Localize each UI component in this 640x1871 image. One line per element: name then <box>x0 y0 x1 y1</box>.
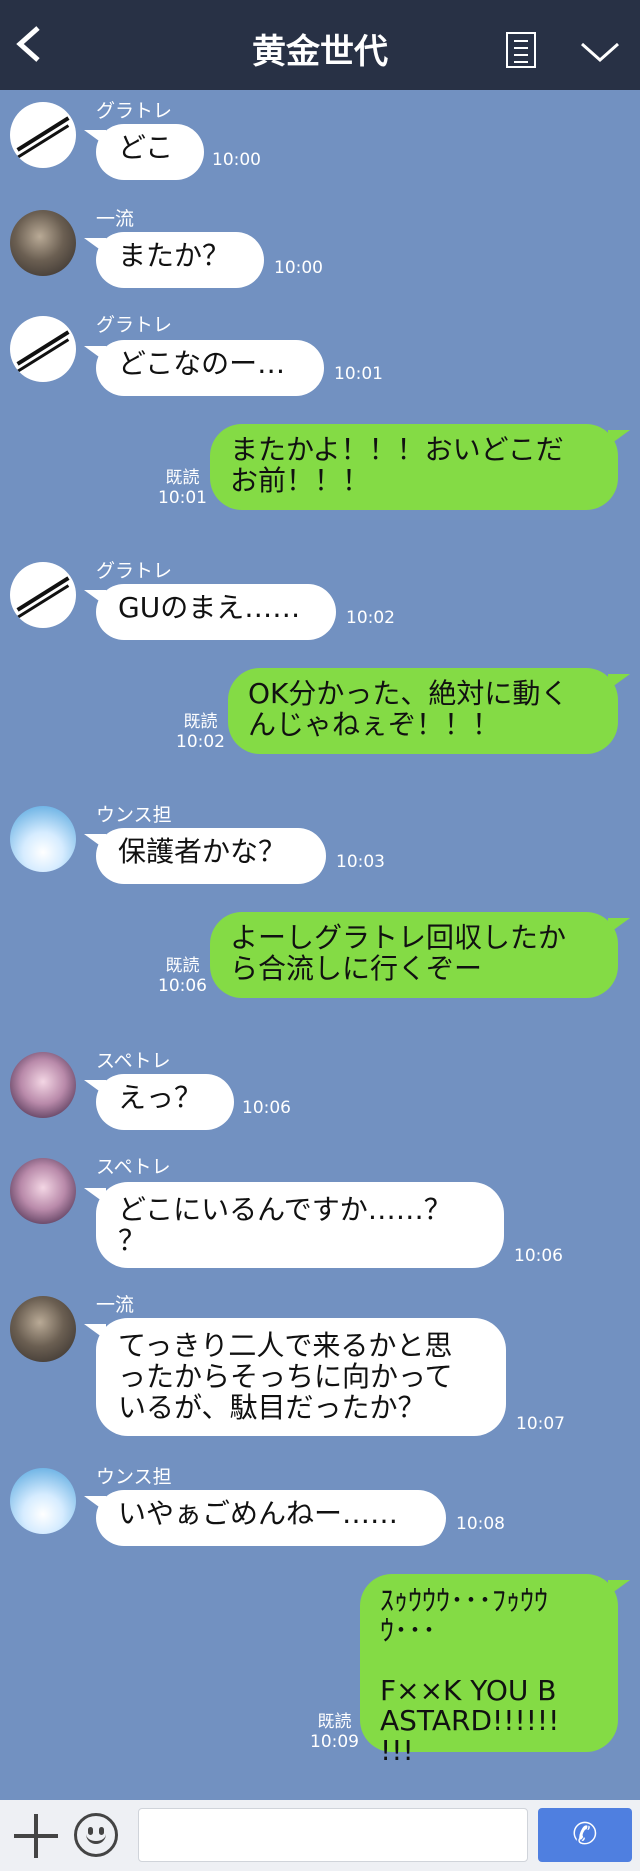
read-receipt: 既読 10:09 <box>310 1712 359 1752</box>
message-bubble[interactable]: どこなのー… <box>84 340 324 396</box>
message-bubble[interactable]: またか？ <box>84 232 264 288</box>
avatar[interactable] <box>10 1468 76 1534</box>
avatar[interactable] <box>10 806 76 872</box>
chat-log[interactable]: グラトレ どこ 10:00 一流 またか？ 10:00 グラトレ どこなのー… … <box>0 90 640 1800</box>
avatar[interactable] <box>10 210 76 276</box>
message-time: 10:09 <box>310 1732 359 1752</box>
message-time: 10:00 <box>212 150 261 170</box>
avatar[interactable] <box>10 1052 76 1118</box>
chevron-down-icon[interactable] <box>580 36 620 66</box>
avatar[interactable] <box>10 102 76 168</box>
read-label: 既読 <box>183 712 218 732</box>
read-receipt: 既読 10:06 <box>158 956 207 996</box>
message-time: 10:01 <box>334 364 383 384</box>
message-bubble-outgoing[interactable]: またかよ！！！おいどこだ お前！！！ <box>210 424 630 510</box>
sender-name: ウンス担 <box>96 804 172 826</box>
sender-name: スペトレ <box>96 1050 171 1072</box>
message-bubble[interactable]: いやぁごめんねー…… <box>84 1490 446 1546</box>
message-input-bar: ✆ <box>0 1800 640 1871</box>
sender-name: 一流 <box>96 1294 135 1316</box>
message-time: 10:06 <box>242 1098 291 1118</box>
sender-name: グラトレ <box>96 560 173 582</box>
message-time: 10:06 <box>158 976 207 996</box>
read-receipt: 既読 10:02 <box>176 712 225 752</box>
plus-icon[interactable] <box>14 1814 58 1858</box>
message-time: 10:06 <box>514 1246 563 1266</box>
chat-header: 黄金世代 <box>0 0 640 90</box>
message-time: 10:02 <box>176 732 225 752</box>
message-bubble[interactable]: GUのまえ…… <box>84 584 336 640</box>
message-time: 10:02 <box>346 608 395 628</box>
sender-name: 一流 <box>96 208 135 230</box>
phone-icon[interactable]: ✆ <box>538 1808 632 1862</box>
chat-title: 黄金世代 <box>252 32 388 72</box>
message-bubble[interactable]: どこにいるんですか……？ ？ <box>84 1182 504 1268</box>
sender-name: スペトレ <box>96 1156 171 1178</box>
smiley-icon[interactable] <box>74 1813 118 1857</box>
read-receipt: 既読 10:01 <box>158 468 207 508</box>
sender-name: グラトレ <box>96 314 173 336</box>
avatar[interactable] <box>10 562 76 628</box>
message-bubble[interactable]: 保護者かな？ <box>84 828 326 884</box>
message-time: 10:03 <box>336 852 385 872</box>
sender-name: ウンス担 <box>96 1466 172 1488</box>
message-bubble-outgoing[interactable]: ｽｩｳｳｳ･･･ﾌｩｳｳｳ･･･ F××K YOU B ASTARD!!!!!!… <box>360 1574 630 1766</box>
message-time: 10:01 <box>158 488 207 508</box>
message-bubble[interactable]: てっきり二人で来るかと思 ったからそっちに向かって いるが、駄目だったか？ <box>84 1318 506 1436</box>
message-bubble[interactable]: えっ？ <box>84 1074 234 1130</box>
message-time: 10:08 <box>456 1514 505 1534</box>
read-label: 既読 <box>317 1712 352 1732</box>
message-bubble[interactable]: どこ <box>84 124 204 180</box>
message-time: 10:07 <box>516 1414 565 1434</box>
message-bubble-outgoing[interactable]: よーしグラトレ回収したか ら合流しに行くぞー <box>210 912 630 998</box>
read-label: 既読 <box>165 956 200 976</box>
sender-name: グラトレ <box>96 100 173 122</box>
message-time: 10:00 <box>274 258 323 278</box>
avatar[interactable] <box>10 316 76 382</box>
read-label: 既読 <box>165 468 200 488</box>
note-list-icon[interactable] <box>506 32 536 68</box>
message-input[interactable] <box>138 1808 528 1862</box>
message-bubble-outgoing[interactable]: OK分かった、絶対に動く んじゃねぇぞ！！！ <box>228 668 630 754</box>
avatar[interactable] <box>10 1296 76 1362</box>
chevron-left-icon[interactable] <box>14 24 54 68</box>
avatar[interactable] <box>10 1158 76 1224</box>
